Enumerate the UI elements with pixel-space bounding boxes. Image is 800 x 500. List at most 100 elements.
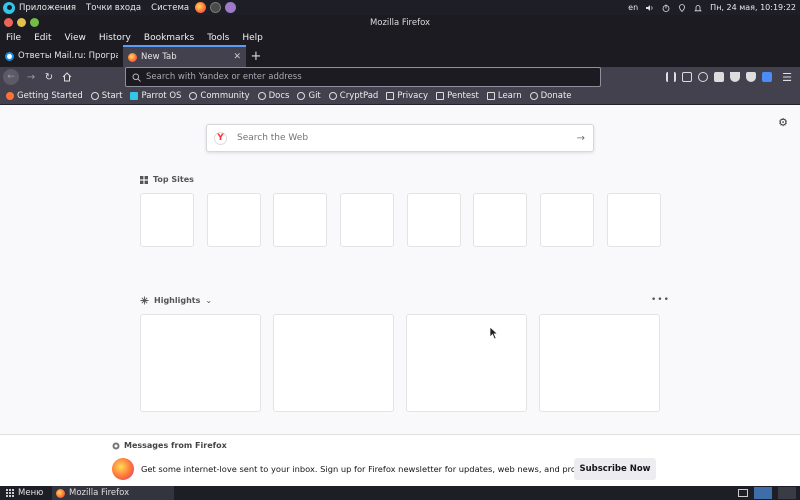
bookmark-label: Privacy bbox=[397, 90, 429, 101]
firefox-launcher-icon[interactable] bbox=[195, 2, 207, 13]
menu-file[interactable]: File bbox=[6, 33, 21, 43]
system-menu[interactable]: Система bbox=[151, 3, 189, 13]
search-submit-arrow-icon[interactable]: → bbox=[577, 133, 585, 144]
mouse-cursor-icon bbox=[489, 326, 499, 340]
minimize-window-button[interactable] bbox=[17, 18, 26, 27]
workspace-1-button[interactable] bbox=[754, 487, 772, 499]
menu-edit[interactable]: Edit bbox=[34, 33, 51, 43]
top-site-tile[interactable] bbox=[207, 193, 261, 247]
back-button[interactable]: ← bbox=[3, 69, 19, 85]
app-launcher-icon[interactable] bbox=[225, 2, 237, 13]
search-input[interactable]: Search the Web bbox=[237, 133, 577, 143]
address-input-placeholder[interactable]: Search with Yandex or enter address bbox=[146, 72, 302, 82]
top-site-tile[interactable] bbox=[340, 193, 394, 247]
menu-help[interactable]: Help bbox=[242, 33, 263, 43]
account-icon[interactable] bbox=[698, 72, 708, 82]
maximize-window-button[interactable] bbox=[30, 18, 39, 27]
bookmark-folder-privacy[interactable]: Privacy bbox=[386, 91, 428, 101]
top-site-tile[interactable] bbox=[273, 193, 327, 247]
highlight-card[interactable] bbox=[140, 314, 261, 412]
window-titlebar[interactable]: Mozilla Firefox bbox=[0, 15, 800, 31]
tab-new-tab[interactable]: New Tab ✕ bbox=[123, 45, 246, 67]
bookmark-getting-started[interactable]: Getting Started bbox=[6, 91, 83, 101]
more-options-icon[interactable]: ••• bbox=[651, 295, 670, 305]
menu-view[interactable]: View bbox=[65, 33, 86, 43]
highlight-card[interactable] bbox=[539, 314, 660, 412]
workspace-2-button[interactable] bbox=[778, 487, 796, 499]
bookmark-label: Pentest bbox=[447, 90, 479, 101]
top-site-tile[interactable] bbox=[407, 193, 461, 247]
workspace-switcher bbox=[738, 486, 796, 500]
web-search-box[interactable]: Y Search the Web → bbox=[206, 124, 594, 152]
menu-history[interactable]: History bbox=[99, 33, 131, 43]
bookmark-label: Docs bbox=[268, 90, 290, 101]
close-window-button[interactable] bbox=[4, 18, 13, 27]
bookmark-docs[interactable]: Docs bbox=[257, 90, 290, 101]
bookmark-label: Learn bbox=[497, 90, 522, 101]
bookmark-label: Getting Started bbox=[17, 90, 83, 101]
bookmark-label: CryptPad bbox=[339, 90, 379, 101]
bookmark-donate[interactable]: Donate bbox=[529, 91, 572, 101]
clock[interactable]: Пн, 24 мая, 10:19:22 bbox=[710, 3, 796, 12]
bookmark-community[interactable]: Community bbox=[189, 91, 250, 101]
sidebar-icon[interactable] bbox=[682, 72, 692, 82]
tab-label: New Tab bbox=[141, 52, 177, 62]
bookmark-folder-learn[interactable]: Learn bbox=[486, 90, 522, 101]
system-tray: en Пн, 24 мая, 10:19:22 bbox=[628, 0, 796, 15]
power-icon[interactable] bbox=[662, 4, 670, 12]
yandex-logo-icon: Y bbox=[214, 131, 227, 145]
home-button[interactable] bbox=[58, 68, 76, 86]
bookmark-git[interactable]: Git bbox=[297, 91, 321, 101]
extension-icon[interactable] bbox=[714, 72, 724, 82]
messages-title: Messages from Firefox bbox=[124, 441, 227, 450]
top-site-tile[interactable] bbox=[473, 193, 527, 247]
forward-button[interactable]: → bbox=[22, 68, 40, 86]
bookmark-folder-pentest[interactable]: Pentest bbox=[436, 91, 479, 101]
menu-bookmarks[interactable]: Bookmarks bbox=[144, 33, 194, 43]
location-icon[interactable] bbox=[678, 3, 686, 12]
sparkle-icon bbox=[140, 296, 149, 305]
chevron-down-icon[interactable]: ⌄ bbox=[205, 296, 212, 305]
terminal-launcher-icon[interactable] bbox=[210, 2, 222, 13]
volume-icon[interactable] bbox=[646, 4, 654, 12]
new-tab-page: ⚙ Y Search the Web → Top Sites Highlight… bbox=[0, 105, 800, 486]
bookmark-parrot-os[interactable]: Parrot OS bbox=[130, 91, 181, 101]
pocket-icon[interactable] bbox=[746, 72, 756, 82]
bookmark-start[interactable]: Start bbox=[90, 91, 122, 101]
taskbar-menu-button[interactable]: Меню bbox=[0, 488, 52, 498]
keyboard-layout-indicator[interactable]: en bbox=[628, 3, 638, 12]
address-bar[interactable]: Search with Yandex or enter address bbox=[125, 67, 601, 87]
applications-menu[interactable]: Приложения bbox=[19, 3, 76, 13]
folder-icon bbox=[486, 91, 495, 100]
subscribe-now-button[interactable]: Subscribe Now bbox=[574, 458, 656, 480]
parrot-os-logo-icon[interactable] bbox=[3, 1, 15, 14]
top-sites-header: Top Sites bbox=[140, 175, 194, 184]
hamburger-menu-icon[interactable]: ☰ bbox=[778, 68, 796, 86]
top-sites-title: Top Sites bbox=[153, 175, 194, 184]
shield-icon[interactable] bbox=[730, 72, 740, 82]
places-menu[interactable]: Точки входа bbox=[86, 3, 141, 13]
globe-icon bbox=[90, 91, 99, 100]
blue-extension-icon[interactable] bbox=[762, 72, 772, 82]
top-site-tile[interactable] bbox=[140, 193, 194, 247]
taskbar-window-firefox[interactable]: Mozilla Firefox bbox=[52, 486, 174, 500]
globe-icon bbox=[297, 91, 306, 100]
highlight-card[interactable] bbox=[273, 314, 394, 412]
top-site-tile[interactable] bbox=[607, 193, 661, 247]
bell-icon[interactable] bbox=[694, 4, 702, 12]
gear-icon[interactable]: ⚙ bbox=[778, 116, 788, 129]
highlight-card[interactable] bbox=[406, 314, 527, 412]
top-site-tile[interactable] bbox=[540, 193, 594, 247]
reload-button[interactable]: ↻ bbox=[40, 68, 58, 86]
library-icon[interactable] bbox=[666, 72, 676, 82]
grid-icon bbox=[140, 175, 148, 184]
bookmark-label: Parrot OS bbox=[141, 90, 182, 101]
new-tab-button[interactable]: + bbox=[246, 45, 266, 67]
message-icon bbox=[112, 442, 120, 449]
close-tab-icon[interactable]: ✕ bbox=[233, 52, 241, 62]
menu-tools[interactable]: Tools bbox=[207, 33, 229, 43]
tab-mail-answers[interactable]: Ответы Mail.ru: Програг bbox=[0, 45, 123, 67]
screen-icon[interactable] bbox=[738, 489, 748, 497]
bookmark-cryptpad[interactable]: CryptPad bbox=[328, 90, 379, 101]
highlights-header[interactable]: Highlights ⌄ bbox=[140, 296, 212, 305]
